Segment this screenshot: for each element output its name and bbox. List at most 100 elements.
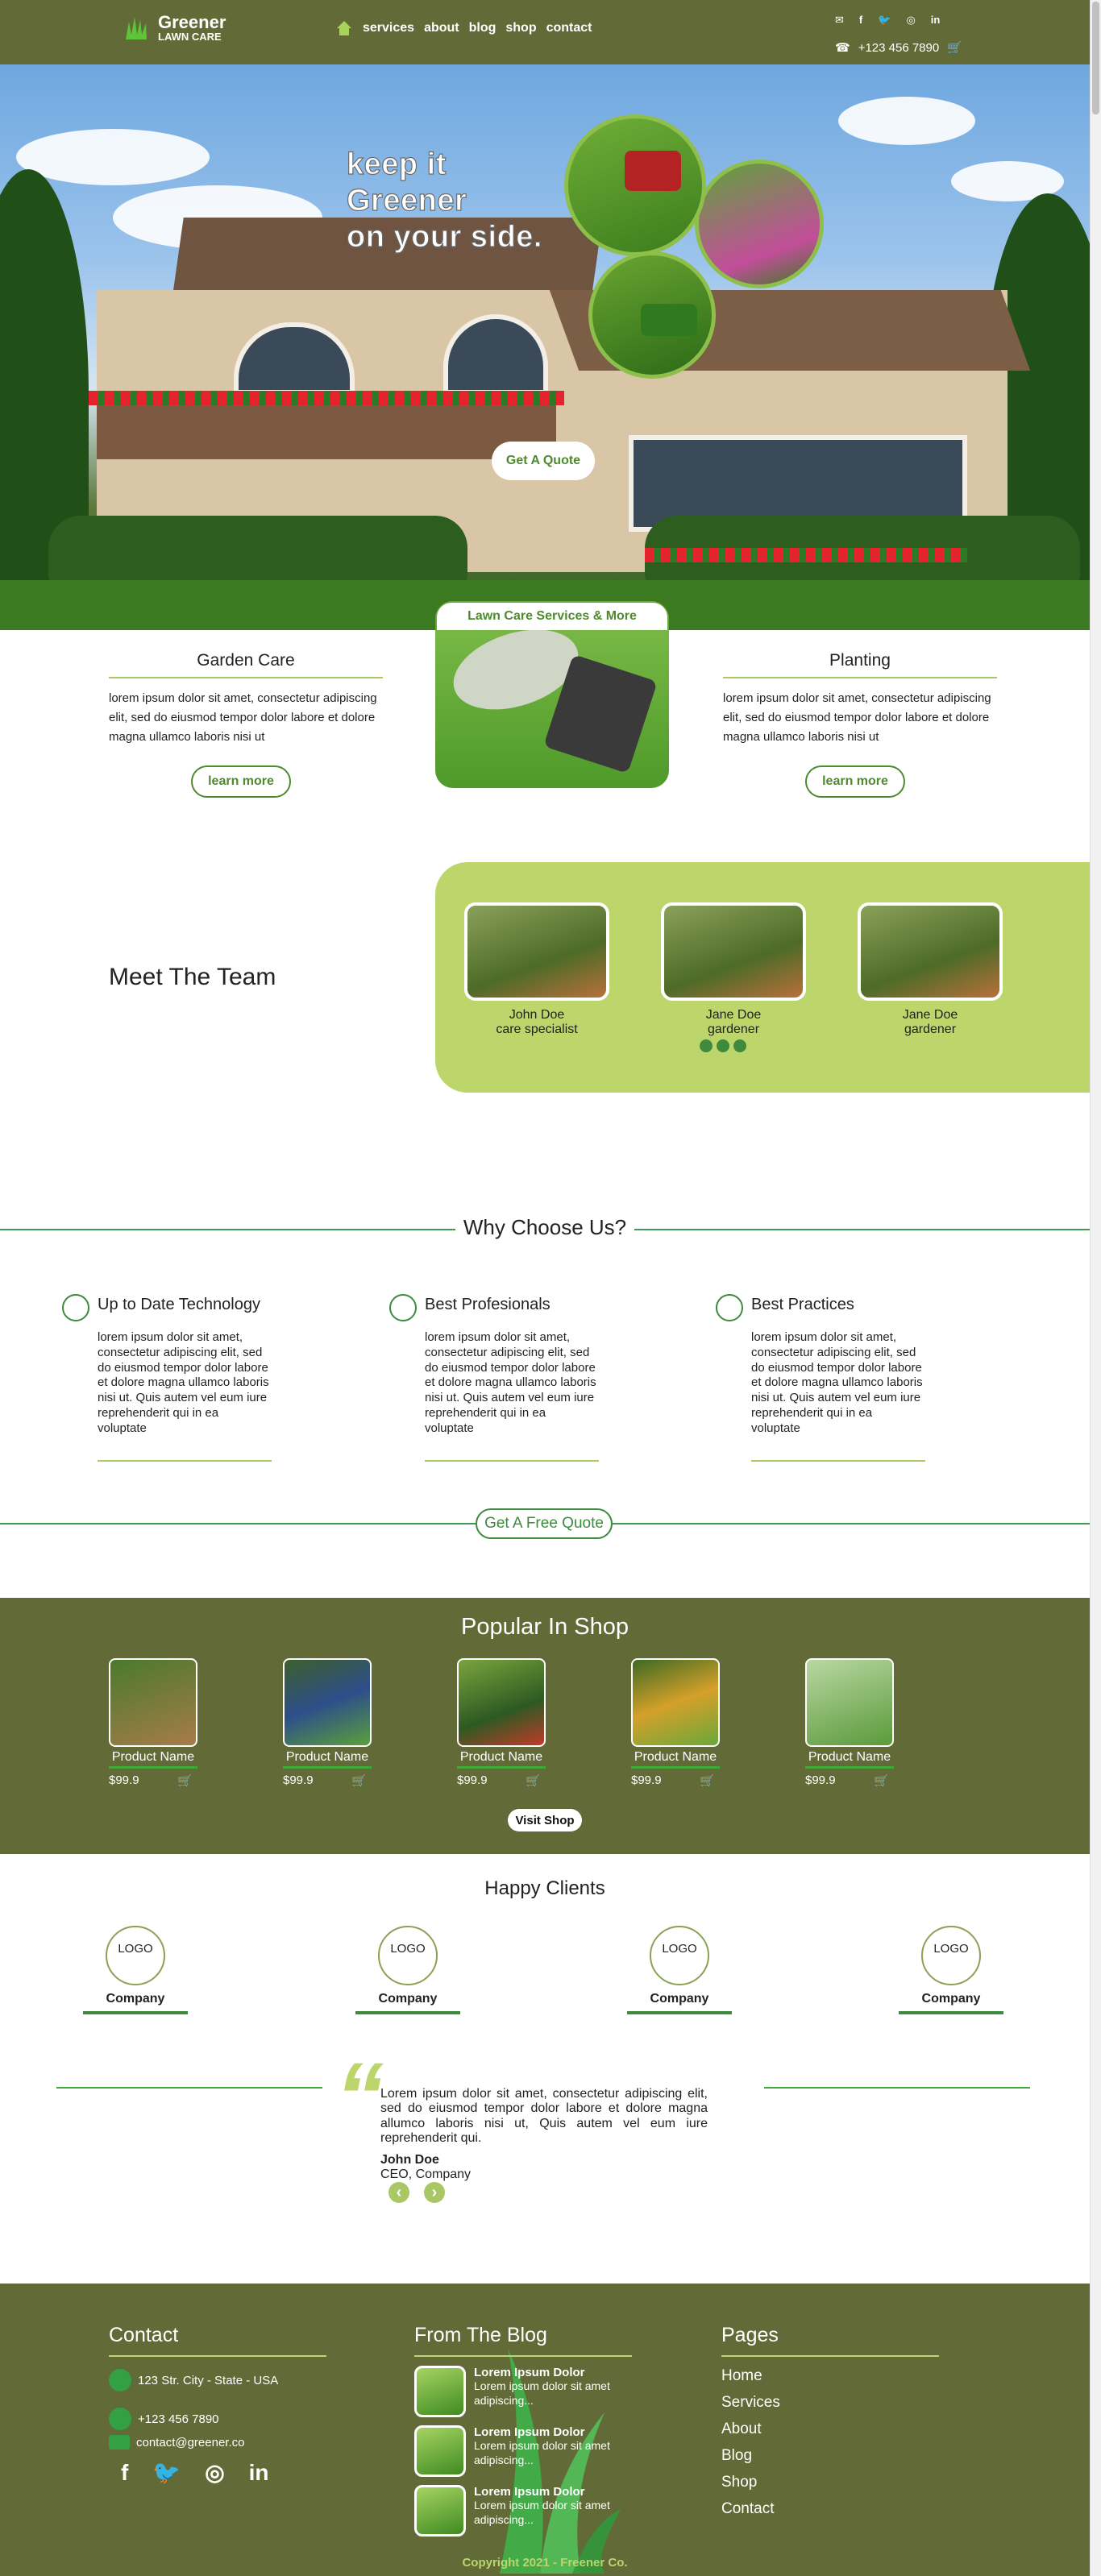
mail-icon[interactable]: ✉	[835, 14, 844, 27]
footer-link-blog[interactable]: Blog	[721, 2447, 752, 2465]
instagram-icon[interactable]: ◎	[205, 2459, 224, 2486]
nav-blog[interactable]: blog	[469, 21, 496, 35]
product-price: $99.9	[805, 1773, 836, 1787]
home-icon[interactable]	[335, 19, 353, 37]
service-text: lorem ipsum dolor sit amet, consectetur …	[109, 691, 377, 744]
facebook-icon[interactable]: f	[859, 14, 862, 27]
footer-phone: +123 456 7890	[109, 2408, 219, 2430]
client-name: Company	[627, 1992, 732, 2014]
blog-post[interactable]: Lorem Ipsum Dolor Lorem ipsum dolor sit a…	[414, 2485, 656, 2537]
product-card[interactable]: Product Name $99.9 🛒	[631, 1658, 720, 1788]
carousel-dot[interactable]	[733, 1039, 746, 1052]
footer-link-services[interactable]: Services	[721, 2394, 780, 2412]
footer-address-text: 123 Str. City - State - USA	[138, 2373, 279, 2387]
nav-about[interactable]: about	[424, 21, 459, 35]
blog-post[interactable]: Lorem Ipsum Dolor Lorem ipsum dolor sit a…	[414, 2425, 656, 2477]
product-card[interactable]: Product Name $99.9 🛒	[805, 1658, 894, 1788]
cloud	[16, 129, 210, 185]
footer-phone-text[interactable]: +123 456 7890	[138, 2412, 219, 2426]
blog-title: Lorem Ipsum Dolor	[474, 2425, 585, 2439]
testimonial-divider	[764, 2087, 1030, 2089]
client-logo: LOGO	[106, 1926, 165, 1985]
team-member[interactable]: John Doe care specialist	[464, 902, 609, 1037]
site-footer: Contact 123 Str. City - State - USA +123…	[0, 2284, 1090, 2576]
client[interactable]: LOGO Company	[627, 1926, 732, 2014]
quote-icon: “	[335, 2043, 384, 2151]
service-title: Planting	[723, 651, 997, 678]
product-name: Product Name	[109, 1750, 197, 1769]
balcony	[97, 403, 556, 459]
nav-contact[interactable]: contact	[546, 21, 592, 35]
feature-text: lorem ipsum dolor sit amet, consectetur …	[425, 1330, 596, 1435]
feature-divider	[98, 1460, 272, 1462]
feature: Up to Date Technology lorem ipsum dolor …	[62, 1294, 307, 1462]
add-to-cart-icon[interactable]: 🛒	[526, 1773, 541, 1788]
copyright: Copyright 2021 - Freener Co.	[462, 2556, 628, 2570]
product-card[interactable]: Product Name $99.9 🛒	[283, 1658, 372, 1788]
next-arrow-icon[interactable]: ›	[424, 2182, 445, 2203]
grass-logo-icon	[126, 17, 147, 40]
flower-bed	[645, 548, 967, 562]
testimonial-text: Lorem ipsum dolor sit amet, consectetur …	[380, 2087, 708, 2146]
footer-pages-title: Pages	[721, 2324, 939, 2357]
footer-link-home[interactable]: Home	[721, 2367, 762, 2385]
lawn-care-card[interactable]: Lawn Care Services & More	[435, 601, 669, 788]
product-card[interactable]: Product Name $99.9 🛒	[109, 1658, 197, 1788]
feature-title: Best Profesionals	[425, 1296, 550, 1313]
client[interactable]: LOGO Company	[355, 1926, 460, 2014]
client-name: Company	[899, 1992, 1003, 2014]
twitter-icon[interactable]: 🐦	[152, 2459, 181, 2486]
product-name: Product Name	[457, 1750, 546, 1769]
grass-icon	[62, 1294, 89, 1321]
twitter-icon[interactable]: 🐦	[878, 14, 891, 27]
learn-more-button[interactable]: learn more	[191, 765, 291, 798]
carousel-dot[interactable]	[717, 1039, 729, 1052]
scrollbar[interactable]	[1090, 0, 1101, 2576]
why-title-text: Why Choose Us?	[455, 1215, 635, 1239]
visit-shop-button[interactable]: Visit Shop	[508, 1809, 582, 1831]
add-to-cart-icon[interactable]: 🛒	[351, 1773, 367, 1788]
get-quote-button[interactable]: Get A Quote	[492, 442, 595, 480]
main-nav: services about blog shop contact	[335, 19, 592, 37]
blog-post[interactable]: Lorem Ipsum Dolor Lorem ipsum dolor sit a…	[414, 2366, 656, 2417]
nav-services[interactable]: services	[363, 21, 414, 35]
header-contact: ☎ +123 456 7890 🛒	[835, 40, 962, 56]
footer-link-shop[interactable]: Shop	[721, 2474, 757, 2491]
linkedin-icon[interactable]: in	[931, 14, 941, 27]
shop-section: Popular In Shop Product Name $99.9 🛒 Prod…	[0, 1598, 1090, 1854]
carousel-dot[interactable]	[700, 1039, 713, 1052]
facebook-icon[interactable]: f	[121, 2460, 128, 2486]
product-card[interactable]: Product Name $99.9 🛒	[457, 1658, 546, 1788]
product-image	[631, 1658, 720, 1747]
scrollbar-thumb[interactable]	[1092, 2, 1099, 114]
team-member[interactable]: Jane Doe gardener	[858, 902, 1003, 1037]
footer-link-contact[interactable]: Contact	[721, 2500, 774, 2518]
header-phone[interactable]: +123 456 7890	[858, 41, 940, 55]
blog-title: Lorem Ipsum Dolor	[474, 2485, 585, 2499]
add-to-cart-icon[interactable]: 🛒	[874, 1773, 889, 1788]
nav-shop[interactable]: shop	[505, 21, 536, 35]
client-name: Company	[83, 1992, 188, 2014]
product-name: Product Name	[805, 1750, 894, 1769]
add-to-cart-icon[interactable]: 🛒	[177, 1773, 193, 1788]
footer-link-about[interactable]: About	[721, 2420, 762, 2438]
cart-icon[interactable]: 🛒	[947, 40, 962, 55]
team-member[interactable]: Jane Doe gardener	[661, 902, 806, 1037]
member-name: John Doe	[509, 1008, 565, 1022]
logo[interactable]: Greener LAWN CARE	[123, 13, 226, 43]
lawn-care-tab[interactable]: Lawn Care Services & More	[435, 601, 669, 630]
linkedin-icon[interactable]: in	[249, 2460, 269, 2486]
add-to-cart-icon[interactable]: 🛒	[700, 1773, 715, 1788]
learn-more-button[interactable]: learn more	[805, 765, 905, 798]
free-quote-button[interactable]: Get A Free Quote	[476, 1508, 613, 1539]
prev-arrow-icon[interactable]: ‹	[388, 2182, 409, 2203]
member-photo	[661, 902, 806, 1001]
service-title: Garden Care	[109, 651, 383, 678]
site-header: Greener LAWN CARE services about blog sh…	[0, 0, 1090, 64]
client[interactable]: LOGO Company	[83, 1926, 188, 2014]
footer-email-text[interactable]: contact@greener.co	[136, 2436, 244, 2449]
location-icon	[109, 2369, 131, 2391]
instagram-icon[interactable]: ◎	[906, 14, 915, 27]
product-image	[283, 1658, 372, 1747]
client[interactable]: LOGO Company	[899, 1926, 1003, 2014]
